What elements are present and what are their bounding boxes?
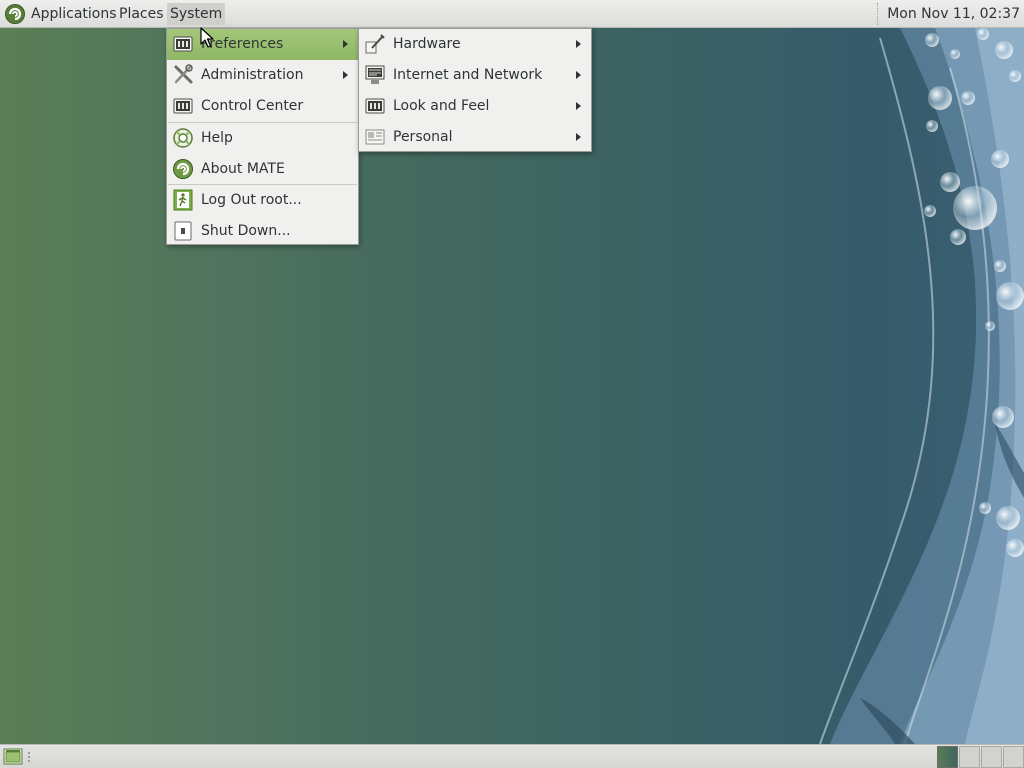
menu-item-control-center[interactable]: Control Center (167, 91, 358, 122)
workspace-4[interactable] (1003, 746, 1024, 768)
workspace-2[interactable] (959, 746, 980, 768)
personal-icon (365, 129, 385, 145)
submenu-item-internet-and-network[interactable]: Internet and Network (359, 60, 591, 91)
help-icon (173, 128, 193, 148)
places-menu-label: Places (119, 6, 164, 22)
submenu-arrow-icon (576, 102, 581, 110)
system-menu[interactable]: System (167, 3, 226, 25)
shutdown-icon (174, 221, 192, 241)
submenu-item-hardware[interactable]: Hardware (359, 29, 591, 60)
preferences-submenu: Hardware Internet and Network Look and F… (358, 28, 592, 152)
menu-item-label: Administration (201, 67, 304, 83)
submenu-arrow-icon (576, 40, 581, 48)
submenu-item-personal[interactable]: Personal (359, 122, 591, 153)
submenu-item-label: Look and Feel (393, 98, 490, 114)
applications-menu-label: Applications (31, 6, 117, 22)
submenu-arrow-icon (576, 71, 581, 79)
menu-item-label: Control Center (201, 98, 304, 114)
menu-item-label: Help (201, 130, 233, 146)
system-dropdown-menu: Preferences Administration Control Cente… (166, 28, 359, 245)
clock-label: Mon Nov 11, 02:37 (887, 6, 1020, 22)
mouse-cursor-icon (200, 27, 214, 48)
menu-item-help[interactable]: Help (167, 123, 358, 154)
submenu-arrow-icon (343, 71, 348, 79)
menu-item-label: About MATE (201, 161, 285, 177)
menu-item-label: Shut Down... (201, 223, 291, 239)
submenu-item-label: Internet and Network (393, 67, 543, 83)
workspace-3[interactable] (981, 746, 1002, 768)
administration-icon (174, 64, 193, 84)
network-icon (365, 65, 385, 84)
show-desktop-icon[interactable] (3, 748, 23, 765)
control-center-icon (173, 98, 193, 114)
menu-item-label: Log Out root... (201, 192, 302, 208)
panel-handle[interactable] (27, 751, 31, 763)
logout-icon (173, 189, 193, 211)
mate-logo-icon (173, 159, 193, 179)
bottom-panel (0, 744, 1024, 768)
menu-item-preferences[interactable]: Preferences (167, 29, 358, 60)
menu-item-log-out[interactable]: Log Out root... (167, 185, 358, 216)
submenu-item-label: Hardware (393, 36, 461, 52)
submenu-item-look-and-feel[interactable]: Look and Feel (359, 91, 591, 122)
top-panel: Applications Places System Mon Nov 11, 0… (0, 0, 1024, 28)
submenu-arrow-icon (576, 133, 581, 141)
submenu-item-label: Personal (393, 129, 453, 145)
appearance-icon (365, 98, 385, 114)
places-menu[interactable]: Places (116, 3, 167, 25)
hardware-icon (365, 34, 385, 54)
preferences-icon (173, 36, 193, 52)
applications-menu[interactable]: Applications (28, 3, 120, 25)
menu-item-administration[interactable]: Administration (167, 60, 358, 91)
system-menu-label: System (170, 6, 223, 22)
menu-item-shut-down[interactable]: Shut Down... (167, 216, 358, 247)
mate-logo-icon[interactable] (4, 3, 26, 25)
menu-item-about-mate[interactable]: About MATE (167, 154, 358, 185)
workspace-1[interactable] (937, 746, 958, 768)
clock[interactable]: Mon Nov 11, 02:37 (877, 3, 1020, 25)
submenu-arrow-icon (343, 40, 348, 48)
